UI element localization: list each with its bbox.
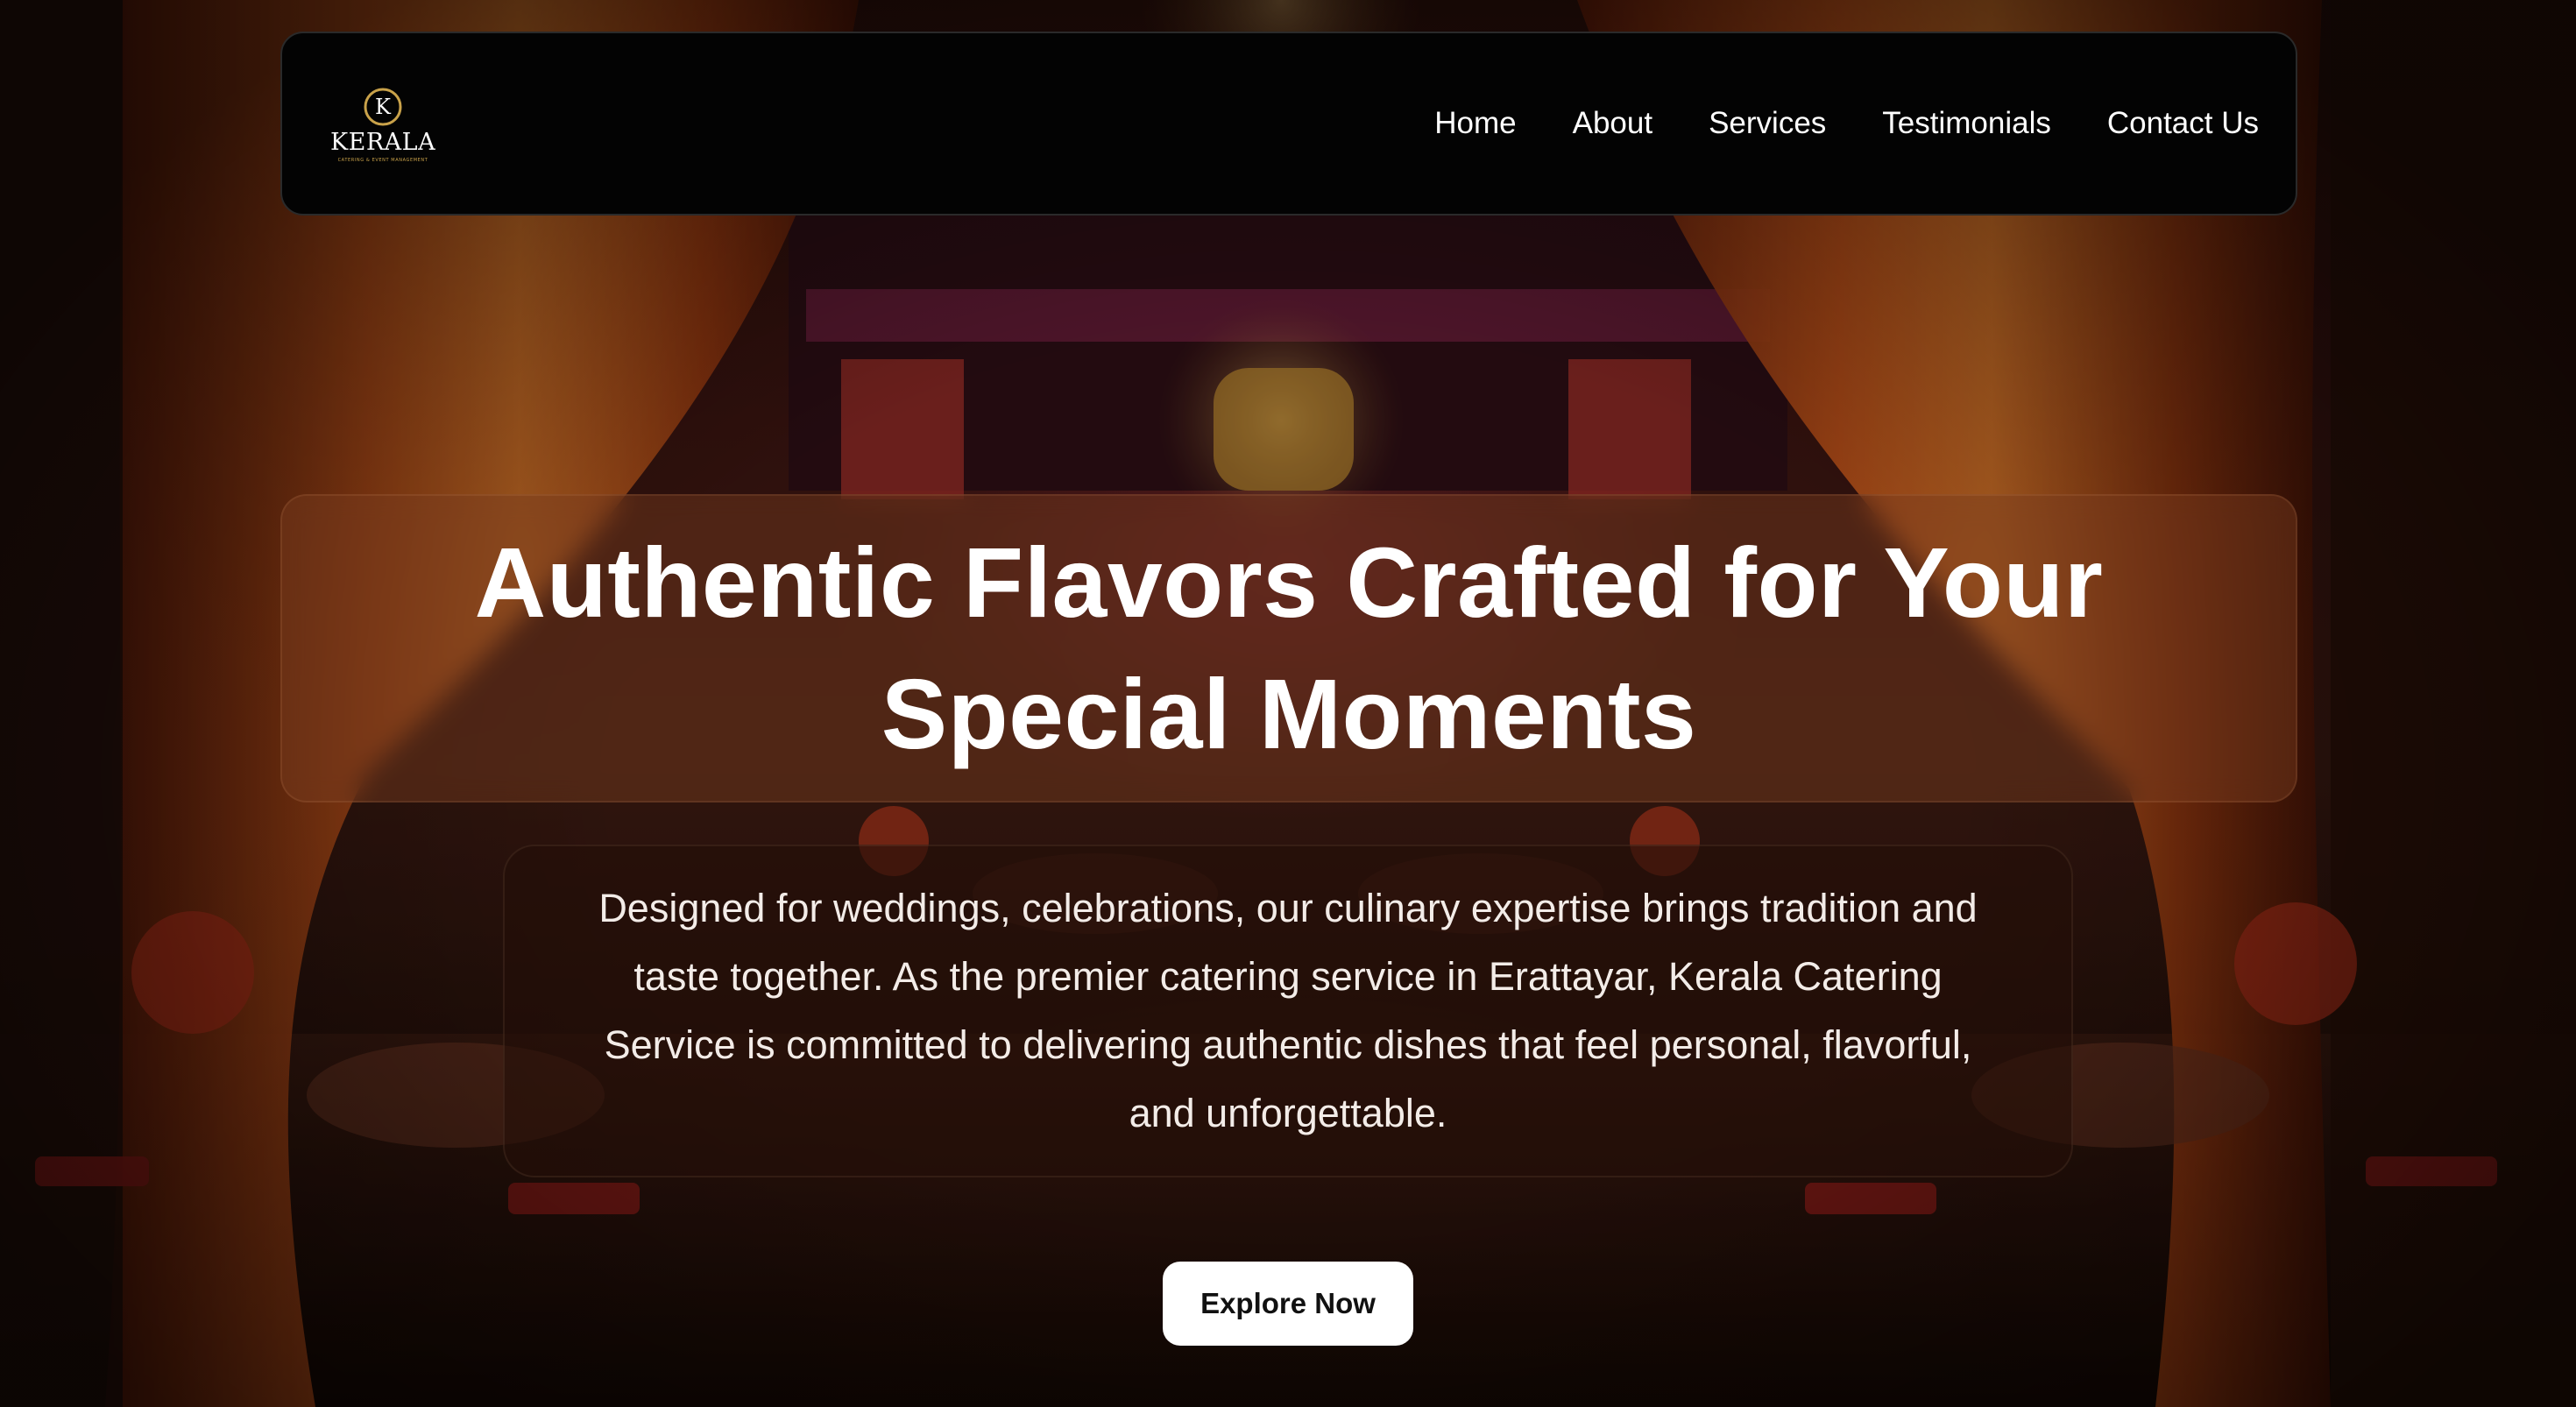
hero-description: Designed for weddings, celebrations, our… xyxy=(598,886,1978,1135)
explore-now-button[interactable]: Explore Now xyxy=(1163,1262,1413,1346)
nav-links: Home About Services Testimonials Contact… xyxy=(1434,106,2259,141)
logo-text: KERALA xyxy=(329,128,436,156)
nav-link-home[interactable]: Home xyxy=(1434,106,1516,141)
page: K KERALA CATERING & EVENT MANAGEMENT Hom… xyxy=(0,0,2576,1407)
hero-title: Authentic Flavors Crafted for Your Speci… xyxy=(474,527,2104,769)
nav-link-services[interactable]: Services xyxy=(1709,106,1826,141)
brand-logo[interactable]: K KERALA CATERING & EVENT MANAGEMENT xyxy=(329,72,436,175)
hero-title-panel: Authentic Flavors Crafted for Your Speci… xyxy=(280,494,2297,802)
logo-emblem-icon: K xyxy=(364,88,402,125)
nav-link-contact-us[interactable]: Contact Us xyxy=(2107,106,2259,141)
logo-subtitle: CATERING & EVENT MANAGEMENT xyxy=(337,157,428,163)
navbar: K KERALA CATERING & EVENT MANAGEMENT Hom… xyxy=(280,32,2297,216)
nav-link-testimonials[interactable]: Testimonials xyxy=(1882,106,2051,141)
svg-text:K: K xyxy=(375,95,392,119)
hero-description-panel: Designed for weddings, celebrations, our… xyxy=(503,845,2073,1177)
nav-link-about[interactable]: About xyxy=(1573,106,1652,141)
